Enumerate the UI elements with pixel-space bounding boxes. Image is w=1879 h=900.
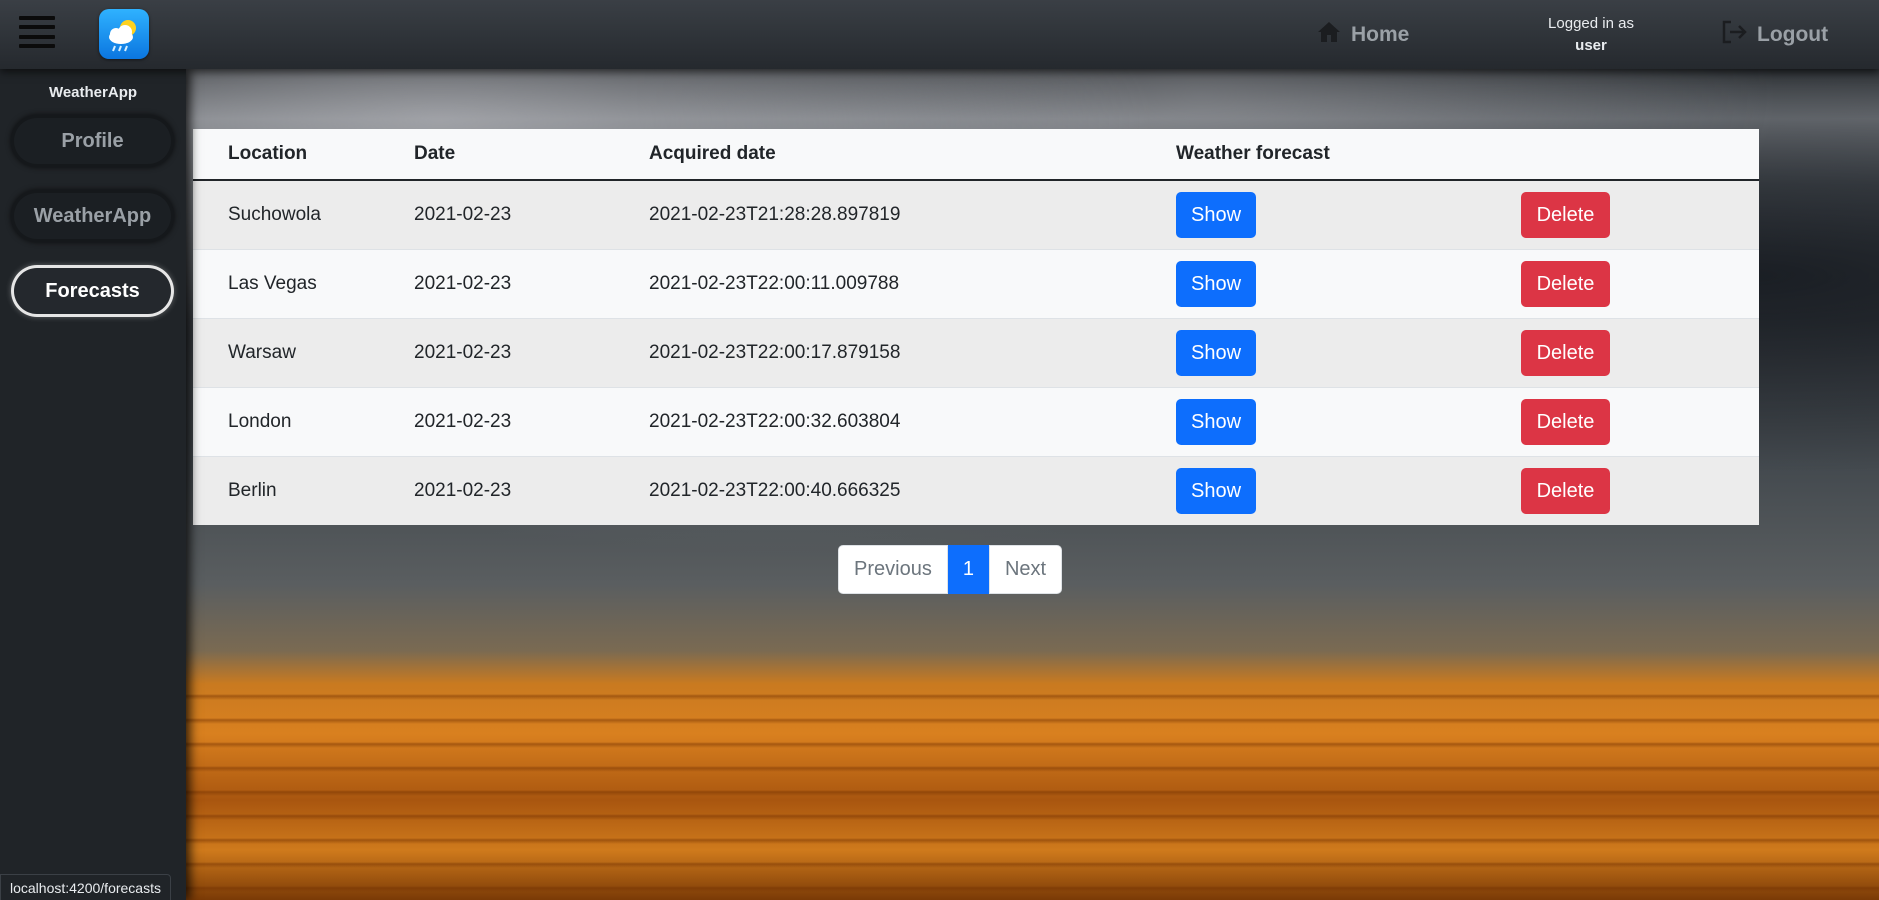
sidebar-item-weatherapp[interactable]: WeatherApp — [11, 190, 174, 242]
table-row: Las Vegas 2021-02-23 2021-02-23T22:00:11… — [193, 249, 1759, 319]
logged-in-label: Logged in as — [1548, 15, 1634, 32]
table-row: Berlin 2021-02-23 2021-02-23T22:00:40.66… — [193, 456, 1759, 525]
logged-in-user: Logged in as user — [1530, 13, 1652, 57]
sidebar: WeatherApp Profile WeatherApp Forecasts — [0, 69, 186, 900]
wheat-field — [186, 675, 1879, 900]
pagination: Previous 1 Next — [838, 545, 1063, 594]
cell-location: Warsaw — [193, 318, 414, 388]
column-header-location: Location — [193, 129, 414, 181]
show-button[interactable]: Show — [1176, 330, 1256, 376]
sidebar-title: WeatherApp — [48, 84, 138, 101]
forecasts-table: Location Date Acquired date Weather fore… — [193, 129, 1759, 525]
table-header-row: Location Date Acquired date Weather fore… — [193, 129, 1759, 181]
cell-date: 2021-02-23 — [414, 318, 649, 388]
sidebar-item-forecasts[interactable]: Forecasts — [11, 265, 174, 317]
cell-acquired-date: 2021-02-23T22:00:17.879158 — [649, 318, 1176, 388]
table-row: Warsaw 2021-02-23 2021-02-23T22:00:17.87… — [193, 318, 1759, 388]
table-row: Suchowola 2021-02-23 2021-02-23T21:28:28… — [193, 179, 1759, 250]
logout-icon — [1720, 19, 1748, 51]
logout-label: Logout — [1757, 23, 1829, 46]
show-button[interactable]: Show — [1176, 261, 1256, 307]
delete-button[interactable]: Delete — [1521, 468, 1610, 514]
weather-app-logo-icon[interactable] — [99, 9, 149, 59]
sidebar-item-profile[interactable]: Profile — [11, 115, 174, 167]
pagination-page-current[interactable]: 1 — [947, 545, 989, 594]
username: user — [1575, 37, 1607, 54]
cell-date: 2021-02-23 — [414, 179, 649, 250]
cell-acquired-date: 2021-02-23T22:00:32.603804 — [649, 387, 1176, 457]
table-row: London 2021-02-23 2021-02-23T22:00:32.60… — [193, 387, 1759, 457]
cell-location: Suchowola — [193, 179, 414, 250]
cell-date: 2021-02-23 — [414, 456, 649, 525]
show-button[interactable]: Show — [1176, 192, 1256, 238]
column-header-weather-forecast: Weather forecast — [1176, 129, 1521, 181]
column-header-acquired-date: Acquired date — [649, 129, 1176, 181]
menu-icon[interactable] — [19, 16, 55, 48]
home-icon — [1316, 20, 1342, 50]
show-button[interactable]: Show — [1176, 468, 1256, 514]
home-label: Home — [1351, 23, 1410, 46]
cell-date: 2021-02-23 — [414, 249, 649, 319]
cell-location: London — [193, 387, 414, 457]
delete-button[interactable]: Delete — [1521, 192, 1610, 238]
cell-acquired-date: 2021-02-23T22:00:11.009788 — [649, 249, 1176, 319]
show-button[interactable]: Show — [1176, 399, 1256, 445]
home-link[interactable]: Home — [1316, 20, 1409, 50]
cell-acquired-date: 2021-02-23T22:00:40.666325 — [649, 456, 1176, 525]
delete-button[interactable]: Delete — [1521, 261, 1610, 307]
cell-date: 2021-02-23 — [414, 387, 649, 457]
status-bar-url: localhost:4200/forecasts — [0, 874, 171, 900]
pagination-next[interactable]: Next — [988, 545, 1063, 594]
logout-link[interactable]: Logout — [1720, 20, 1828, 50]
pagination-previous[interactable]: Previous — [838, 545, 948, 594]
cell-location: Las Vegas — [193, 249, 414, 319]
top-navbar: Home Logged in as user Logout — [0, 0, 1879, 69]
cell-location: Berlin — [193, 456, 414, 525]
cell-acquired-date: 2021-02-23T21:28:28.897819 — [649, 179, 1176, 250]
delete-button[interactable]: Delete — [1521, 330, 1610, 376]
column-header-actions — [1521, 129, 1759, 181]
column-header-date: Date — [414, 129, 649, 181]
forecasts-table-card: Location Date Acquired date Weather fore… — [193, 129, 1759, 525]
delete-button[interactable]: Delete — [1521, 399, 1610, 445]
